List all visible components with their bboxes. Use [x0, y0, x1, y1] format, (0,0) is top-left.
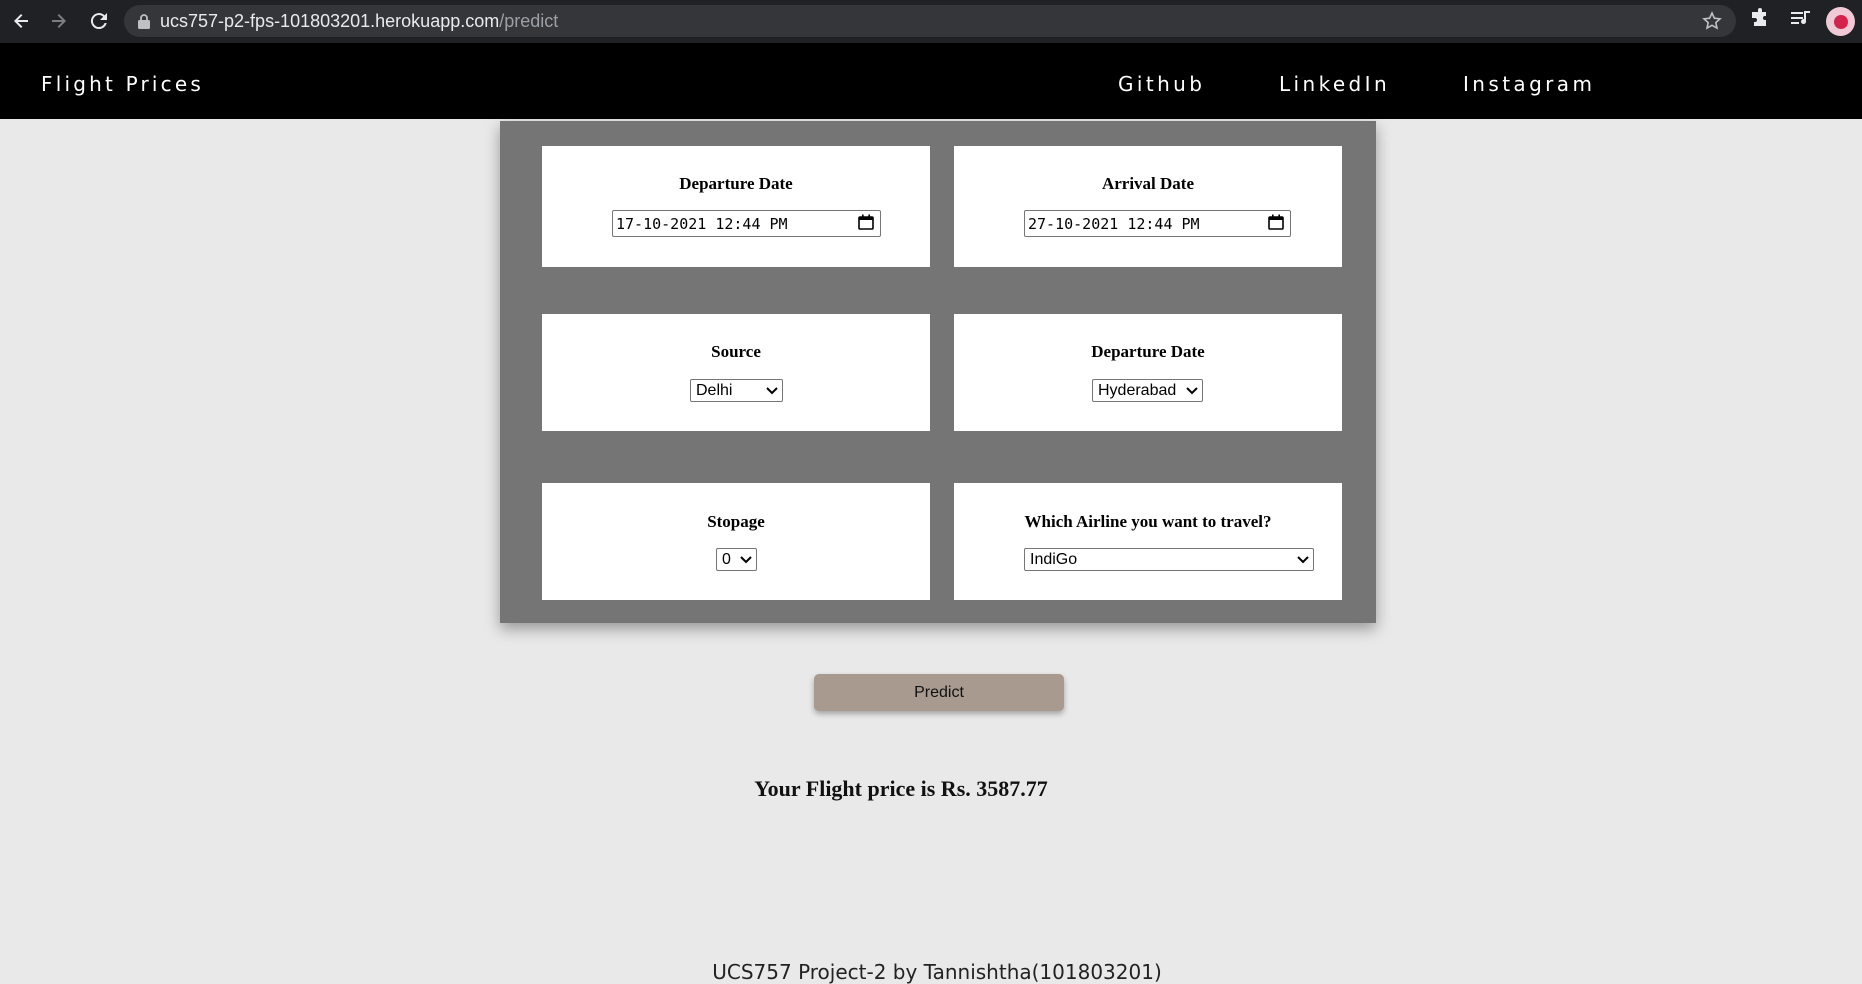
departure-date-input[interactable]: 17-10-2021 12:44 PM	[612, 210, 881, 237]
extensions-icon[interactable]	[1750, 8, 1770, 28]
airline-select[interactable]: IndiGo	[1024, 548, 1314, 571]
address-bar[interactable]: ucs757-p2-fps-101803201.herokuapp.com/pr…	[124, 5, 1736, 37]
price-result: Your Flight price is Rs. 3587.77	[754, 776, 1048, 801]
stopage-label: Stopage	[707, 512, 765, 531]
reload-icon[interactable]	[84, 6, 114, 36]
arrival-date-input[interactable]: 27-10-2021 12:44 PM	[1024, 210, 1291, 237]
chevron-down-icon	[766, 382, 778, 400]
departure-date-value: 17-10-2021 12:44 PM	[616, 214, 788, 233]
stopage-value: 0	[722, 550, 731, 568]
airline-card: Which Airline you want to travel? IndiGo	[954, 483, 1342, 600]
nav-link-github[interactable]: Github	[1118, 72, 1205, 96]
footer-credit: UCS757 Project-2 by Tannishtha(101803201…	[712, 960, 1162, 984]
back-icon[interactable]	[6, 6, 36, 36]
arrival-date-card: Arrival Date 27-10-2021 12:44 PM	[954, 146, 1342, 267]
prediction-form: Departure Date 17-10-2021 12:44 PM Arriv…	[500, 121, 1376, 623]
profile-avatar[interactable]	[1826, 7, 1855, 36]
predict-button[interactable]: Predict	[814, 674, 1064, 711]
arrival-date-label: Arrival Date	[1101, 174, 1195, 193]
arrival-date-value: 27-10-2021 12:44 PM	[1028, 214, 1200, 233]
nav-link-linkedin[interactable]: LinkedIn	[1279, 72, 1390, 96]
departure-date-label: Departure Date	[679, 174, 793, 193]
source-select[interactable]: Delhi	[690, 379, 783, 402]
media-queue-icon[interactable]	[1790, 8, 1812, 28]
chevron-down-icon	[1186, 382, 1198, 400]
calendar-icon[interactable]	[858, 214, 874, 234]
lock-icon	[138, 13, 150, 29]
chevron-down-icon	[740, 551, 752, 569]
source-card: Source Delhi	[542, 314, 930, 431]
destination-select[interactable]: Hyderabad	[1092, 379, 1203, 402]
source-label: Source	[711, 342, 761, 361]
stopage-card: Stopage 0	[542, 483, 930, 600]
chevron-down-icon	[1297, 551, 1309, 569]
browser-toolbar: ucs757-p2-fps-101803201.herokuapp.com/pr…	[0, 0, 1862, 43]
forward-icon[interactable]	[44, 6, 74, 36]
calendar-icon[interactable]	[1268, 214, 1284, 234]
destination-card: Departure Date Hyderabad	[954, 314, 1342, 431]
stopage-select[interactable]: 0	[716, 548, 757, 571]
departure-date-card: Departure Date 17-10-2021 12:44 PM	[542, 146, 930, 267]
url-text: ucs757-p2-fps-101803201.herokuapp.com/pr…	[160, 10, 559, 31]
site-brand[interactable]: Flight Prices	[41, 72, 204, 96]
destination-label: Departure Date	[1091, 342, 1205, 361]
airline-value: IndiGo	[1030, 550, 1078, 568]
airline-label: Which Airline you want to travel?	[1024, 512, 1272, 531]
bookmark-star-icon[interactable]	[1702, 11, 1722, 31]
site-navbar: Flight Prices Github LinkedIn Instagram	[0, 43, 1862, 119]
source-value: Delhi	[696, 381, 733, 399]
nav-link-instagram[interactable]: Instagram	[1463, 72, 1595, 96]
destination-value: Hyderabad	[1098, 381, 1177, 399]
